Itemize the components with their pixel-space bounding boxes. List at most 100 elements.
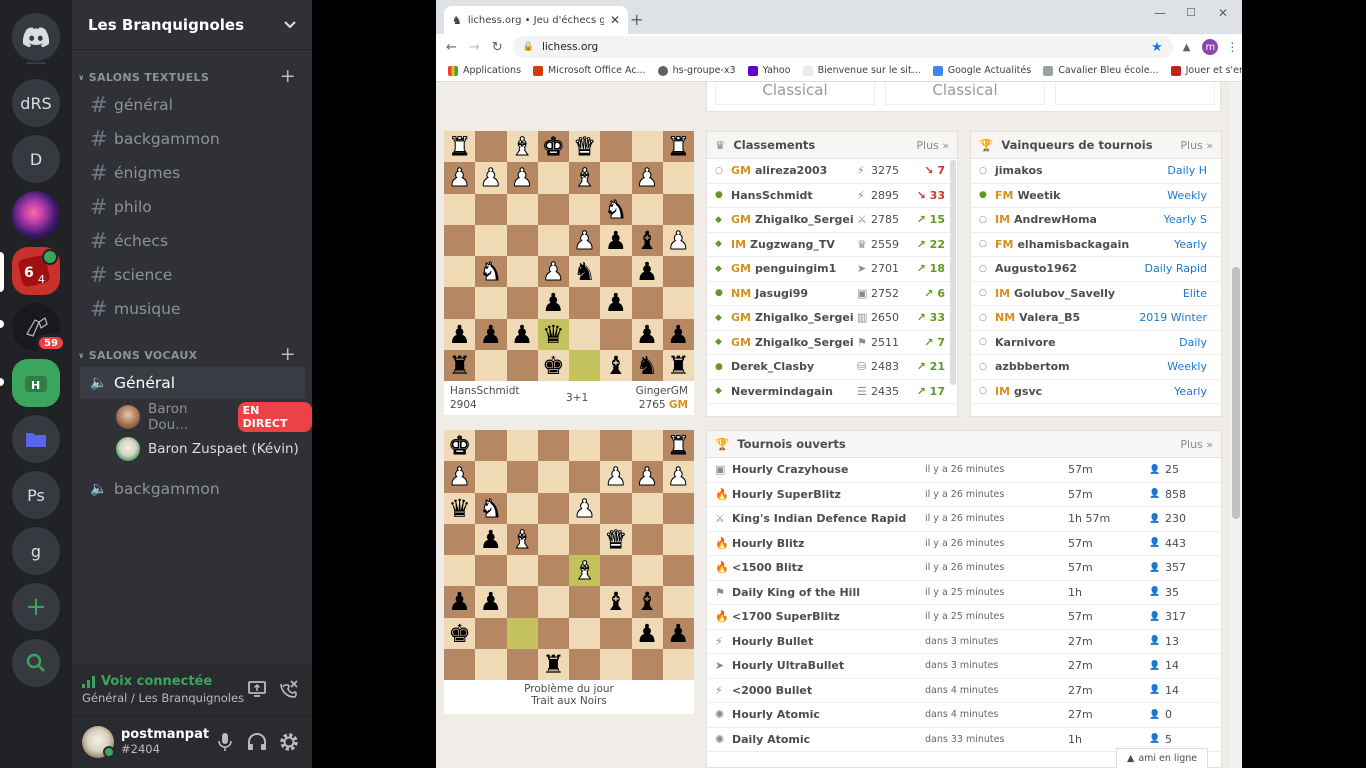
board-square[interactable] (537, 461, 569, 493)
tournament-link[interactable]: Daily Rapid (1145, 262, 1208, 275)
menu-kebab-icon[interactable]: ⋮ (1226, 40, 1238, 54)
board-square[interactable]: ♟ (631, 461, 663, 493)
black-pawn-piece[interactable]: ♟ (448, 589, 470, 614)
tournament-name[interactable]: Hourly Bullet (732, 635, 813, 648)
voice-category[interactable]: ∨ SALONS VOCAUX + (78, 343, 306, 365)
winner-row[interactable]: ○ azbbbertom Weekly (971, 355, 1221, 380)
board-square[interactable] (506, 586, 538, 618)
board-square[interactable] (569, 617, 601, 649)
white-queen-piece[interactable]: ♛ (604, 526, 627, 552)
leaderboard-row[interactable]: ◆ Nevermindagain ☰ 2435 ↗ 17 (707, 380, 957, 404)
board-square[interactable] (444, 193, 476, 225)
browser-tab[interactable]: ♞ lichess.org • Jeu d'échecs gratuit ✕ (444, 6, 628, 34)
board-square[interactable]: ♝ (600, 349, 632, 381)
black-king-piece[interactable]: ♚ (542, 353, 564, 378)
white-bishop-piece[interactable]: ♝ (573, 558, 596, 584)
tournament-row[interactable]: ▣ Hourly Crazyhouse il y a 26 minutes 57m 👤 2… (707, 458, 1221, 483)
board-square[interactable] (475, 349, 507, 381)
board-square[interactable]: ♟ (631, 162, 663, 194)
board-square[interactable]: ♟ (631, 318, 663, 350)
board-square[interactable]: ♟ (600, 461, 632, 493)
board-square[interactable]: ♟ (600, 224, 632, 256)
extension-icon[interactable]: ▲ (1183, 42, 1191, 53)
board-square[interactable] (662, 256, 694, 288)
board-square[interactable] (569, 523, 601, 555)
white-pawn-piece[interactable]: ♟ (448, 464, 471, 490)
black-pawn-piece[interactable]: ♟ (667, 621, 689, 646)
board-square[interactable] (537, 224, 569, 256)
forward-arrow-icon[interactable]: → (469, 40, 480, 55)
board-square[interactable] (537, 162, 569, 194)
leaderboard-row[interactable]: ◆ GM Zhigalko_Sergei ⚑ 2511 ↗ 7 (707, 331, 957, 355)
bookmark-item[interactable]: hs-groupe-x3 (657, 65, 736, 76)
new-tab-icon[interactable]: + (630, 10, 643, 29)
player-name[interactable]: Zhigalko_Sergei (755, 213, 854, 226)
tournament-row[interactable]: 🔥 Hourly Blitz il y a 26 minutes 57m 👤 443 (707, 532, 1221, 556)
bookmark-item[interactable]: Applications (448, 65, 521, 76)
board-square[interactable]: ♟ (569, 224, 601, 256)
board-square[interactable] (631, 492, 663, 524)
tournament-link[interactable]: Yearly (1174, 238, 1207, 251)
black-queen-piece[interactable]: ♛ (542, 322, 564, 347)
board-square[interactable]: ♝ (631, 224, 663, 256)
panel-scrollbar[interactable] (950, 160, 956, 385)
board-square[interactable] (475, 648, 507, 680)
close-tab-icon[interactable]: ✕ (610, 13, 620, 27)
board-square[interactable] (506, 430, 538, 462)
tournament-link[interactable]: Elite (1183, 287, 1207, 300)
black-pawn-piece[interactable]: ♟ (667, 322, 689, 347)
board-square[interactable] (537, 523, 569, 555)
board-square[interactable]: ♜ (537, 648, 569, 680)
winners-more-link[interactable]: Plus » (1180, 139, 1213, 152)
server-d[interactable]: D (12, 135, 60, 183)
board-square[interactable] (444, 555, 476, 587)
server-folder-icon[interactable] (12, 415, 60, 463)
board-square[interactable] (600, 430, 632, 462)
board-square[interactable]: ♝ (569, 555, 601, 587)
board-square[interactable] (600, 648, 632, 680)
white-rook-piece[interactable]: ♜ (667, 433, 690, 459)
winner-row[interactable]: ○ IM AndrewHoma Yearly S (971, 208, 1221, 233)
black-knight-piece[interactable]: ♞ (573, 259, 595, 284)
player-name[interactable]: Karnivore (995, 336, 1056, 349)
winner-row[interactable]: ○ IM gsvc Yearly (971, 380, 1221, 404)
board-square[interactable] (537, 193, 569, 225)
puzzle-chess-board[interactable]: ♚ ♜ ♟ ♟ ♟ ♟ ♛ ♞ ♟ ♟ ♝ ♛ ♝ ♟ ♟ ♝ ♝ ♚ ♟ ♟ ♜ (444, 430, 694, 680)
bookmark-item[interactable]: Jouer et s'entrainer... (1170, 65, 1242, 76)
tournament-link[interactable]: Daily H (1167, 164, 1207, 177)
reload-icon[interactable]: ↻ (492, 40, 503, 55)
black-pawn-piece[interactable]: ♟ (480, 527, 502, 552)
board-square[interactable] (662, 287, 694, 319)
settings-gear-icon[interactable] (279, 732, 299, 752)
board-square[interactable] (506, 555, 538, 587)
server-disco-icon[interactable] (12, 191, 60, 239)
black-pawn-piece[interactable]: ♟ (605, 290, 627, 315)
tv-chess-board[interactable]: ♜ ♝ ♚ ♛ ♜ ♟ ♟ ♟ ♝ ♟ ♞ ♟ ♟ ♝ ♟ ♞ ♟ ♞ ♟ ♟ ♟ ♟ ♟ ♟ ♛ ♟ ♟ ♜ ♚ ♝ ♞ ♜ (444, 131, 694, 381)
player-name[interactable]: AndrewHoma (1014, 213, 1097, 226)
leaderboard-row[interactable]: ◆ GM Zhigalko_Sergei ⚔ 2785 ↗ 15 (707, 208, 957, 233)
board-square[interactable]: ♞ (475, 492, 507, 524)
tournament-name[interactable]: Hourly Atomic (732, 708, 820, 721)
board-square[interactable] (631, 131, 663, 163)
leaderboard-row[interactable]: ● NM Jasugi99 ▣ 2752 ↗ 6 (707, 282, 957, 306)
add-server-icon[interactable]: + (12, 583, 60, 631)
black-pawn-piece[interactable]: ♟ (511, 322, 533, 347)
server-ps[interactable]: Ps (12, 471, 60, 519)
tournament-row[interactable]: 🔥 <1500 Blitz il y a 26 minutes 57m 👤 357 (707, 556, 1221, 581)
tournament-row[interactable]: ⚑ Daily King of the Hill il y a 25 minutes… (707, 581, 1221, 605)
board-square[interactable] (569, 318, 601, 350)
board-square[interactable]: ♟ (444, 162, 476, 194)
white-pawn-piece[interactable]: ♟ (635, 165, 658, 191)
white-king-piece[interactable]: ♚ (448, 433, 471, 459)
board-square[interactable] (537, 586, 569, 618)
black-pawn-piece[interactable]: ♟ (636, 322, 658, 347)
board-square[interactable] (631, 430, 663, 462)
white-pawn-piece[interactable]: ♟ (542, 259, 565, 285)
white-pawn-piece[interactable]: ♟ (510, 165, 533, 191)
board-square[interactable] (444, 523, 476, 555)
board-square[interactable]: ♟ (475, 586, 507, 618)
board-square[interactable] (444, 287, 476, 319)
white-rook-piece[interactable]: ♜ (667, 134, 690, 160)
channel-science[interactable]: # science (80, 259, 305, 291)
channel-general[interactable]: # général (80, 89, 305, 121)
